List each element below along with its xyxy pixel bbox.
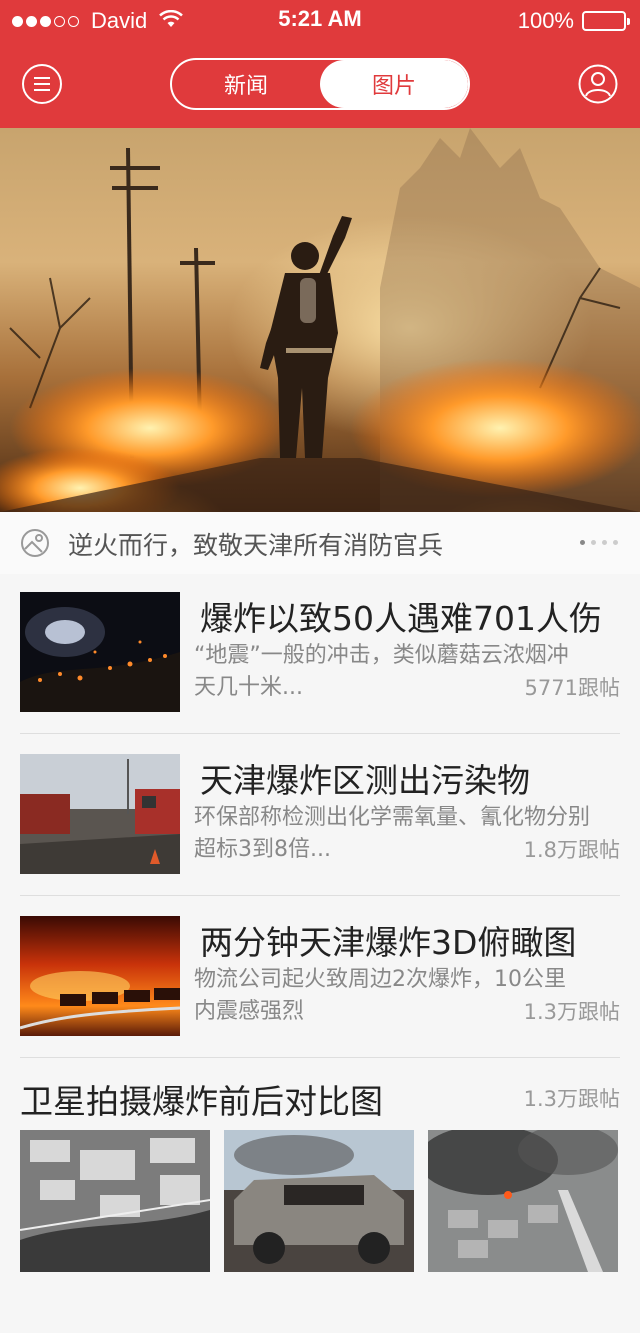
news-thumbnail xyxy=(20,592,180,712)
gallery-title: 卫星拍摄爆炸前后对比图 xyxy=(20,1082,383,1121)
news-title: 天津爆炸区测出污染物 xyxy=(200,761,530,800)
gallery-image[interactable] xyxy=(20,1130,210,1272)
gallery-image[interactable] xyxy=(428,1130,618,1272)
news-title: 爆炸以致50人遇难701人伤 xyxy=(200,599,602,638)
hero-caption-bar[interactable]: 逆火而行，致敬天津所有消防官兵 xyxy=(0,512,640,574)
tab-news[interactable]: 新闻 xyxy=(172,60,320,108)
news-item[interactable]: 爆炸以致50人遇难701人伤 “地震”一般的冲击，类似蘑菇云浓烟冲 天几十米..… xyxy=(20,572,620,734)
news-summary-line1: 物流公司起火致周边2次爆炸，10公里 xyxy=(194,967,566,992)
status-bar: David 5:21 AM 100% xyxy=(0,0,640,40)
user-profile-button[interactable] xyxy=(578,64,618,104)
user-icon xyxy=(578,64,618,104)
comment-count: 1.3万跟帖 xyxy=(523,1087,620,1111)
menu-button[interactable] xyxy=(22,64,62,104)
news-item[interactable]: 天津爆炸区测出污染物 环保部称检测出化学需氧量、氰化物分别 超标3到8倍... … xyxy=(20,734,620,896)
news-thumbnail xyxy=(20,754,180,874)
news-title: 两分钟天津爆炸3D俯瞰图 xyxy=(200,923,577,962)
battery-percent: 100% xyxy=(517,8,574,33)
photo-gallery[interactable]: 卫星拍摄爆炸前后对比图 1.3万跟帖 xyxy=(20,1057,620,1297)
news-thumbnail xyxy=(20,916,180,1036)
comment-count: 5771跟帖 xyxy=(524,676,620,700)
hero-image[interactable] xyxy=(0,128,640,512)
photo-icon xyxy=(21,529,49,557)
battery-icon xyxy=(582,11,630,31)
gallery-image[interactable] xyxy=(224,1130,414,1272)
comment-count: 1.8万跟帖 xyxy=(523,838,620,862)
tab-pictures[interactable]: 图片 xyxy=(320,60,468,108)
segmented-control: 新闻 图片 xyxy=(170,58,470,110)
comment-count: 1.3万跟帖 xyxy=(523,1000,620,1024)
news-summary-line1: “地震”一般的冲击，类似蘑菇云浓烟冲 xyxy=(194,643,569,668)
hero-caption: 逆火而行，致敬天津所有消防官兵 xyxy=(68,531,444,560)
hero-page-indicator xyxy=(580,540,618,545)
news-summary-line1: 环保部称检测出化学需氧量、氰化物分别 xyxy=(194,805,591,830)
top-bar: David 5:21 AM 100% 新闻 图片 xyxy=(0,0,640,128)
news-item[interactable]: 两分钟天津爆炸3D俯瞰图 物流公司起火致周边2次爆炸，10公里 内震感强烈 1.… xyxy=(20,896,620,1058)
